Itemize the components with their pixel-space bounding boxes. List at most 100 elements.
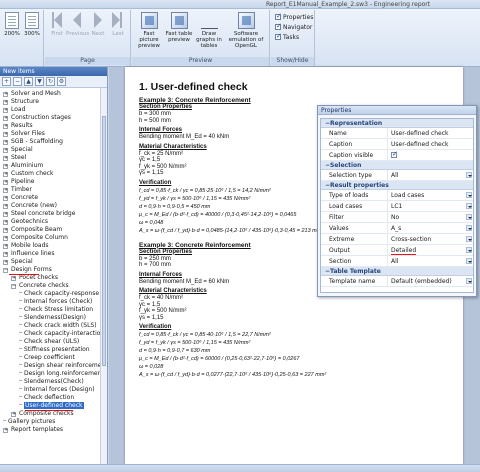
tree-item[interactable]: Check Stress limitation: [0, 306, 107, 314]
expand-icon[interactable]: +: [3, 164, 8, 169]
property-category[interactable]: −Representation: [321, 119, 473, 128]
expand-icon[interactable]: +: [3, 108, 8, 113]
tree-item[interactable]: + Results: [0, 122, 107, 130]
settings-icon[interactable]: ⚙: [57, 77, 66, 86]
expand-icon[interactable]: +: [3, 252, 8, 257]
expand-icon[interactable]: +: [3, 100, 8, 105]
property-value[interactable]: All: [388, 170, 473, 180]
tree-item[interactable]: + Mobile loads: [0, 242, 107, 250]
first-page-button[interactable]: First: [48, 12, 66, 37]
tree-item[interactable]: + SGB - Scaffolding: [0, 138, 107, 146]
tree-item[interactable]: + Load: [0, 106, 107, 114]
tree-item[interactable]: Internal forces (Check): [0, 298, 107, 306]
tree-scrollbar[interactable]: [100, 88, 107, 464]
expand-icon[interactable]: +: [3, 204, 8, 209]
tree-item[interactable]: + Structure: [0, 98, 107, 106]
collapse-icon[interactable]: −: [3, 268, 8, 273]
property-category[interactable]: −Table Template: [321, 267, 473, 276]
expand-icon[interactable]: +: [3, 92, 8, 97]
property-category[interactable]: −Result properties: [321, 181, 473, 190]
property-value[interactable]: User-defined check: [388, 128, 473, 138]
property-value[interactable]: User-defined check: [388, 139, 473, 149]
tree-item[interactable]: + Construction stages: [0, 114, 107, 122]
tree-item[interactable]: Check capacity-response: [0, 290, 107, 298]
expand-icon[interactable]: +: [11, 412, 16, 417]
dropdown-arrow-icon[interactable]: [466, 225, 472, 231]
tree-item[interactable]: + Solver and Mesh: [0, 90, 107, 98]
expand-icon[interactable]: +: [3, 188, 8, 193]
tree-item[interactable]: Design shear reinforcement: [0, 362, 108, 370]
tree-item[interactable]: − Design Forms: [0, 266, 107, 274]
expand-icon[interactable]: +: [11, 276, 16, 281]
fast-table-preview-button[interactable]: Fast table preview: [165, 12, 193, 43]
expand-icon[interactable]: +: [3, 132, 8, 137]
expand-icon[interactable]: +: [3, 196, 8, 201]
expand-icon[interactable]: +: [3, 172, 8, 177]
dropdown-arrow-icon[interactable]: [466, 192, 472, 198]
tree-item[interactable]: Check crack width (SLS): [0, 322, 107, 330]
zoom-200-button[interactable]: 200%: [3, 12, 21, 37]
property-value[interactable]: Detailed: [388, 245, 473, 255]
tree-item[interactable]: Check capacity-interaction: [0, 330, 107, 338]
tree-item[interactable]: Internal forces (Design): [0, 386, 107, 394]
dropdown-arrow-icon[interactable]: [466, 258, 472, 264]
expand-icon[interactable]: +: [3, 428, 8, 433]
expand-icon[interactable]: +: [3, 260, 8, 265]
tasks-toggle[interactable]: Tasks: [275, 31, 314, 43]
expand-icon[interactable]: +: [3, 228, 8, 233]
expand-icon[interactable]: +: [3, 212, 8, 217]
dropdown-arrow-icon[interactable]: [466, 278, 472, 284]
tree-item[interactable]: + Report templates: [0, 426, 107, 434]
tree-item[interactable]: + Special: [0, 146, 107, 154]
tree-item[interactable]: Stiffness presentation: [0, 346, 107, 354]
property-value[interactable]: Load cases: [388, 190, 473, 200]
property-value[interactable]: [388, 149, 473, 160]
expand-icon[interactable]: +: [3, 180, 8, 185]
tree-item[interactable]: + Steel: [0, 154, 107, 162]
tree-item[interactable]: Creep coefficient: [0, 354, 107, 362]
last-page-button[interactable]: Last: [109, 12, 127, 37]
software-emulation-opengl-button[interactable]: Software emulation of OpenGL: [225, 12, 267, 49]
dropdown-arrow-icon[interactable]: [466, 247, 472, 253]
tree-item[interactable]: + Solver Files: [0, 130, 107, 138]
tree-item[interactable]: − Concrete checks: [0, 282, 107, 290]
property-category[interactable]: −Selection: [321, 161, 473, 170]
property-value[interactable]: Cross-section: [388, 234, 473, 244]
expand-icon[interactable]: +: [3, 116, 8, 121]
expand-icon[interactable]: +: [3, 220, 8, 225]
tree-item[interactable]: + Aluminium: [0, 162, 107, 170]
tree-item[interactable]: + Steel concrete bridge: [0, 210, 107, 218]
scrollbar-thumb[interactable]: [102, 116, 106, 366]
tree-item[interactable]: Gallery pictures: [0, 418, 107, 426]
property-value[interactable]: All: [388, 256, 473, 266]
tree-item[interactable]: + Timber: [0, 186, 107, 194]
property-value[interactable]: A_s: [388, 223, 473, 233]
dropdown-arrow-icon[interactable]: [466, 203, 472, 209]
refresh-icon[interactable]: ↻: [46, 77, 55, 86]
dropdown-arrow-icon[interactable]: [466, 214, 472, 220]
property-value[interactable]: No: [388, 212, 473, 222]
tree-item[interactable]: + Composite Column: [0, 234, 107, 242]
dropdown-arrow-icon[interactable]: [466, 236, 472, 242]
expand-icon[interactable]: +: [3, 124, 8, 129]
tree-item[interactable]: User-defined check: [0, 402, 107, 410]
tree-item[interactable]: + Custom check: [0, 170, 107, 178]
fast-picture-preview-button[interactable]: Fast picture preview: [134, 12, 164, 49]
next-page-button[interactable]: Next: [89, 12, 107, 37]
move-down-icon[interactable]: ▼: [35, 77, 44, 86]
tree-item[interactable]: Design long.reinforcement: [0, 370, 107, 378]
tree-item[interactable]: + Concrete (new): [0, 202, 107, 210]
tree-item[interactable]: + Geotechnics: [0, 218, 107, 226]
checkbox-icon[interactable]: [391, 149, 398, 160]
previous-page-button[interactable]: Previous: [66, 12, 89, 37]
tree-item[interactable]: + Special: [0, 258, 107, 266]
property-value[interactable]: Default (embedded): [388, 276, 473, 286]
tree-item[interactable]: + Pipeline: [0, 178, 107, 186]
move-up-icon[interactable]: ▲: [24, 77, 33, 86]
tree-item[interactable]: Check deflection: [0, 394, 107, 402]
expand-icon[interactable]: +: [3, 148, 8, 153]
expand-icon[interactable]: +: [3, 236, 8, 241]
tree-item[interactable]: + Pocet checks: [0, 274, 107, 282]
draw-graphs-button[interactable]: Draw graphs in tables: [194, 12, 224, 49]
collapse-icon[interactable]: −: [11, 284, 16, 289]
